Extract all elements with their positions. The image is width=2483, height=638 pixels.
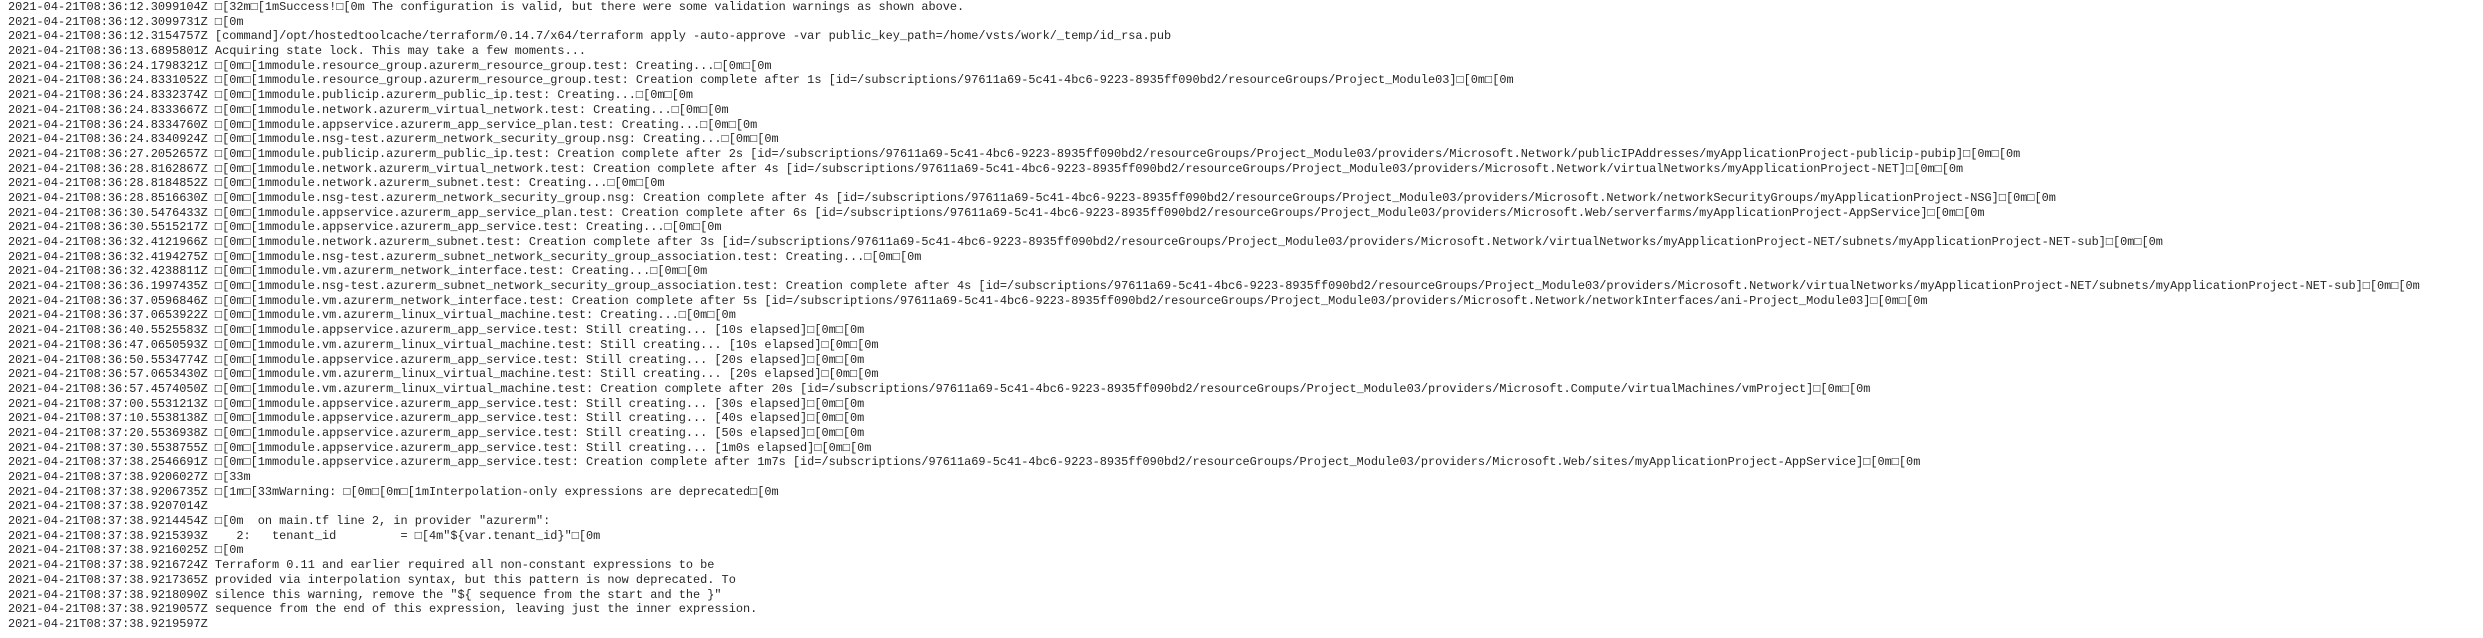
log-line: 2021-04-21T08:36:32.4121966Z □[0m□[1mmod… (8, 235, 2163, 249)
log-line: 2021-04-21T08:36:12.3099731Z □[0m (8, 14, 244, 29)
log-line: 2021-04-21T08:36:32.4194275Z □[0m□[1mmod… (8, 249, 922, 264)
log-line: 2021-04-21T08:36:47.0650593Z □[0m□[1mmod… (8, 337, 879, 352)
log-line: 2021-04-21T08:37:10.5538138Z □[0m□[1mmod… (8, 411, 865, 426)
log-line: 2021-04-21T08:36:32.4238811Z □[0m□[1mmod… (8, 264, 708, 279)
log-line: 2021-04-21T08:36:30.5476433Z □[0m□[1mmod… (8, 205, 1985, 220)
log-line: 2021-04-21T08:37:30.5538755Z □[0m□[1mmod… (8, 440, 872, 455)
log-line: 2021-04-21T08:36:24.8340924Z □[0m□[1mmod… (8, 132, 779, 147)
log-line: 2021-04-21T08:36:24.1798321Z □[0m□[1mmod… (8, 58, 772, 73)
log-line: 2021-04-21T08:37:00.5531213Z □[0m□[1mmod… (8, 396, 865, 411)
log-line: 2021-04-21T08:36:12.3154757Z [command]/o… (8, 29, 1172, 44)
log-line: 2021-04-21T08:36:28.8184852Z □[0m□[1mmod… (8, 176, 665, 191)
log-line: 2021-04-21T08:36:57.0653430Z □[0m□[1mmod… (8, 367, 879, 382)
log-line: 2021-04-21T08:36:24.8333667Z □[0m□[1mmod… (8, 102, 729, 117)
log-line: 2021-04-21T08:37:38.9216724Z Terraform 0… (8, 558, 715, 573)
log-line: 2021-04-21T08:36:24.8331052Z □[0m□[1mmod… (8, 73, 1514, 88)
log-line: 2021-04-21T08:37:38.9206027Z □[33m (8, 470, 251, 484)
log-line: 2021-04-21T08:36:30.5515217Z □[0m□[1mmod… (8, 220, 722, 235)
log-line: 2021-04-21T08:37:38.9215393Z 2: tenant_i… (8, 528, 601, 543)
log-line: 2021-04-21T08:36:28.8162867Z □[0m□[1mmod… (8, 161, 1964, 176)
log-line: 2021-04-21T08:36:27.2052657Z □[0m□[1mmod… (8, 146, 2021, 161)
log-line: 2021-04-21T08:37:38.9207014Z (8, 499, 208, 514)
log-line: 2021-04-21T08:36:12.3099104Z □[32m□[1mSu… (8, 0, 965, 14)
log-line: 2021-04-21T08:36:57.4574050Z □[0m□[1mmod… (8, 381, 1871, 396)
build-log-output: 2021-04-21T08:36:12.3099104Z □[32m□[1mSu… (0, 0, 2483, 638)
log-line: 2021-04-21T08:36:28.8516630Z □[0m□[1mmod… (8, 190, 2056, 205)
log-line: 2021-04-21T08:37:38.9219597Z (8, 616, 208, 631)
log-line: 2021-04-21T08:36:24.8332374Z □[0m□[1mmod… (8, 88, 694, 103)
log-line: 2021-04-21T08:37:38.9214454Z □[0m on mai… (8, 514, 551, 529)
log-line: 2021-04-21T08:36:36.1997435Z □[0m□[1mmod… (8, 279, 2420, 294)
log-line: 2021-04-21T08:37:20.5536938Z □[0m□[1mmod… (8, 425, 865, 440)
log-line: 2021-04-21T08:37:38.9206735Z □[1m□[33mWa… (8, 484, 779, 499)
log-line: 2021-04-21T08:37:38.9218090Z silence thi… (8, 587, 722, 602)
log-line: 2021-04-21T08:37:38.9219057Z sequence fr… (8, 602, 758, 617)
log-line: 2021-04-21T08:36:40.5525583Z □[0m□[1mmod… (8, 323, 865, 338)
log-line: 2021-04-21T08:37:38.9216025Z □[0m (8, 543, 244, 558)
log-line: 2021-04-21T08:37:38.9217365Z provided vi… (8, 572, 736, 587)
log-line: 2021-04-21T08:36:37.0653922Z □[0m□[1mmod… (8, 308, 736, 323)
log-line: 2021-04-21T08:36:37.0596846Z □[0m□[1mmod… (8, 293, 1928, 308)
log-line: 2021-04-21T08:36:13.6895801Z Acquiring s… (8, 44, 586, 59)
log-line: 2021-04-21T08:37:38.2546691Z □[0m□[1mmod… (8, 455, 1921, 470)
log-line: 2021-04-21T08:36:50.5534774Z □[0m□[1mmod… (8, 352, 865, 367)
log-line: 2021-04-21T08:36:24.8334760Z □[0m□[1mmod… (8, 117, 758, 132)
